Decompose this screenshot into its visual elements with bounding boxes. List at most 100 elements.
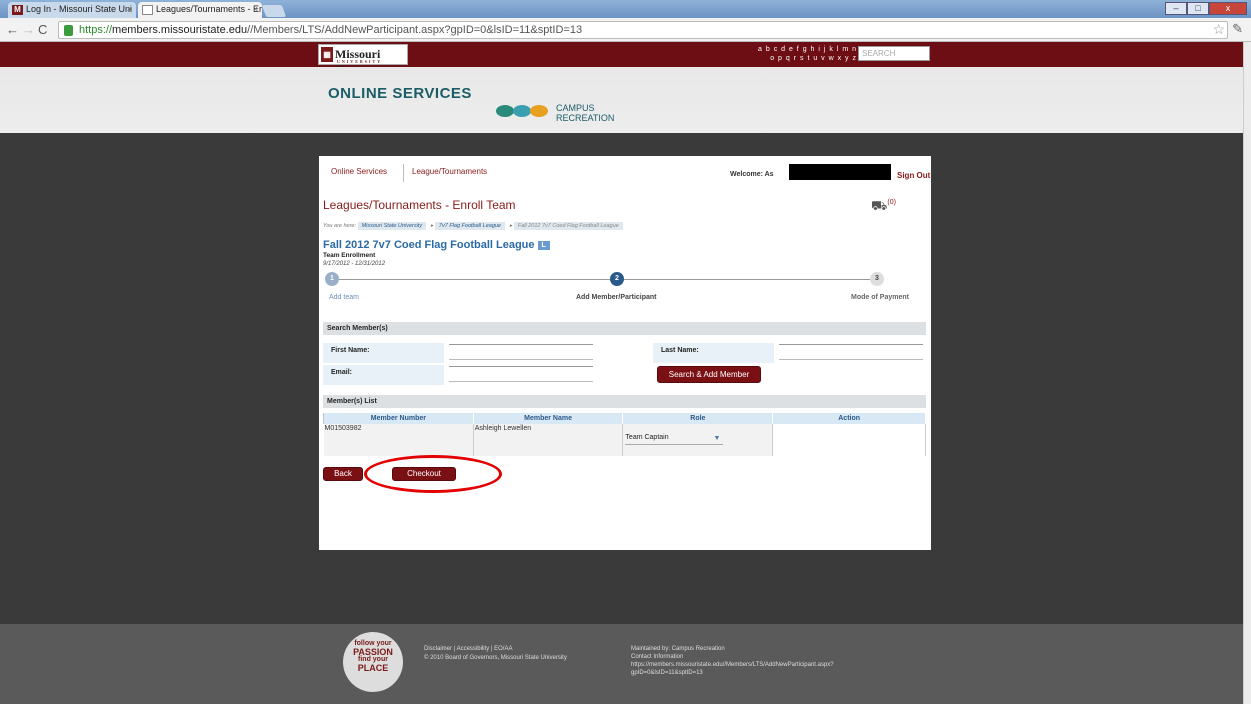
browser-tab-strip: M Log In - Missouri State Uni × Leagues/…	[0, 0, 1251, 18]
col-action: Action	[772, 413, 926, 424]
tab-login[interactable]: M Log In - Missouri State Uni ×	[8, 2, 136, 18]
step-1-dot: 1	[325, 272, 339, 286]
league-title-text: Fall 2012 7v7 Coed Flag Football League	[323, 239, 535, 251]
url-scheme: https://	[79, 24, 113, 36]
step-2-label: Add Member/Participant	[576, 294, 657, 301]
team-enrollment-label: Team Enrollment	[323, 252, 376, 259]
close-tab-icon[interactable]: ×	[127, 4, 132, 14]
nav-online-services[interactable]: Online Services	[331, 167, 387, 176]
table-row: M01503982 Ashleigh Lewellen Team Captain…	[323, 424, 926, 456]
back-button[interactable]: Back	[323, 467, 363, 481]
logo-shape-icon	[496, 105, 514, 117]
page-favicon-icon	[142, 5, 153, 15]
wrench-icon[interactable]: ✎	[1232, 21, 1243, 37]
you-are-here-label: You are here:	[323, 223, 357, 229]
campus-recreation-logo[interactable]: CAMPUS RECREATION	[496, 103, 656, 125]
footer-copyright: © 2010 Board of Governors, Missouri Stat…	[424, 655, 567, 661]
alphabet-row-1[interactable]: a b c d e f g h i j k l m n	[741, 45, 857, 54]
table-header-row: Member Number Member Name Role Action	[323, 413, 926, 424]
cart-link[interactable]: ⛟(0)	[871, 198, 896, 216]
breadcrumb-university[interactable]: Missouri State University	[357, 222, 427, 230]
member-number-cell: M01503982	[323, 424, 474, 456]
hero-banner: ONLINE SERVICES CAMPUS RECREATION	[0, 67, 1243, 133]
first-name-input[interactable]	[449, 344, 593, 360]
col-member-name: Member Name	[472, 413, 624, 424]
footer-page-url: https://members.missouristate.edu//Membe…	[631, 662, 834, 676]
league-title: Fall 2012 7v7 Coed Flag Football League …	[323, 239, 550, 251]
msu-header-bar: ▦ Missouri State. UNIVERSITY a b c d e f…	[0, 42, 1243, 76]
breadcrumb-arrow-icon: ▸	[430, 223, 434, 229]
checkout-button[interactable]: Checkout	[392, 467, 456, 481]
cart-count: (0)	[887, 199, 896, 206]
lock-icon	[64, 25, 73, 36]
breadcrumb-arrow-icon: ▸	[509, 223, 513, 229]
online-services-title[interactable]: ONLINE SERVICES	[328, 85, 472, 102]
redacted-user-info	[789, 164, 891, 180]
breadcrumb-league[interactable]: 7v7 Flag Football League	[434, 222, 505, 230]
minimize-button[interactable]: –	[1165, 2, 1187, 15]
email-label: Email:	[323, 365, 444, 385]
col-member-number: Member Number	[323, 413, 474, 424]
passion-place-badge[interactable]: follow your PASSION find your PLACE	[343, 632, 403, 692]
tab-label: Log In - Missouri State Uni	[26, 4, 133, 14]
last-name-label: Last Name:	[653, 343, 774, 363]
forward-arrow-icon[interactable]: →	[22, 22, 35, 37]
a-z-index[interactable]: a b c d e f g h i j k l m n o p q r s t …	[741, 45, 857, 63]
new-tab-button[interactable]	[261, 5, 287, 17]
enrollment-progress: 1 2 3 Add team Add Member/Participant Mo…	[319, 272, 931, 306]
alphabet-row-2[interactable]: o p q r s t u v w x y z	[741, 54, 857, 63]
sign-out-link[interactable]: Sign Out	[897, 171, 930, 180]
maintained-by: Maintained by: Campus Recreation	[631, 646, 725, 652]
step-1-label: Add team	[329, 294, 359, 301]
site-search-input[interactable]: SEARCH	[858, 46, 930, 61]
url-domain: members.missouristate.edu	[112, 24, 248, 36]
welcome-text: Welcome: As	[730, 171, 774, 178]
address-bar[interactable]: https://members.missouristate.edu//Membe…	[58, 21, 1228, 39]
page-footer: follow your PASSION find your PLACE Disc…	[0, 624, 1243, 704]
contact-info-link[interactable]: Contact Information	[631, 653, 871, 661]
last-name-input[interactable]	[779, 344, 923, 360]
member-name-cell: Ashleigh Lewellen	[473, 424, 624, 456]
members-list-heading: Member(s) List	[323, 395, 926, 408]
league-info-icon[interactable]: L	[537, 240, 550, 250]
role-cell: Team Captain ▼	[622, 424, 774, 456]
bookmark-star-icon[interactable]: ☆	[1212, 21, 1225, 38]
step-2-dot: 2	[610, 272, 624, 286]
maximize-button[interactable]: □	[1187, 2, 1209, 15]
footer-maintenance: Maintained by: Campus Recreation Contact…	[631, 645, 871, 677]
badge-line-4: PLACE	[357, 663, 389, 673]
cart-icon: ⛟	[871, 198, 888, 213]
tab-leagues[interactable]: Leagues/Tournaments - Er ×	[138, 2, 262, 18]
campus-recreation-text: CAMPUS RECREATION	[556, 103, 614, 123]
msu-logo[interactable]: ▦ Missouri State. UNIVERSITY	[318, 44, 408, 76]
first-name-label: First Name:	[323, 343, 444, 363]
campus-text: CAMPUS	[556, 103, 595, 113]
action-cell	[772, 424, 926, 456]
footer-link-row[interactable]: Disclaimer | Accessibility | EO/AA	[424, 645, 567, 654]
recreation-text: RECREATION	[556, 113, 615, 123]
badge-line-2: PASSION	[353, 647, 393, 657]
window-controls: – □ x	[1165, 2, 1247, 15]
msu-logo-sub: UNIVERSITY	[337, 59, 383, 64]
close-window-button[interactable]: x	[1209, 2, 1247, 15]
top-nav: Online Services League/Tournaments Welco…	[319, 164, 931, 184]
progress-line	[333, 279, 877, 280]
role-value: Team Captain	[625, 434, 669, 441]
reload-icon[interactable]: C	[38, 22, 47, 37]
email-input[interactable]	[449, 366, 593, 382]
nav-league-tournaments[interactable]: League/Tournaments	[412, 167, 487, 176]
league-date-range: 9/17/2012 - 12/31/2012	[323, 261, 386, 267]
breadcrumb: You are here: Missouri State University …	[323, 222, 713, 234]
search-members-heading: Search Member(s)	[323, 322, 926, 335]
logo-shape-icon	[530, 105, 548, 117]
role-select[interactable]: Team Captain ▼	[625, 434, 724, 445]
breadcrumb-current: Fall 2012 7v7 Coed Flag Football League	[513, 222, 623, 230]
back-arrow-icon[interactable]: ←	[6, 22, 19, 37]
step-3-label: Mode of Payment	[851, 294, 909, 301]
page-scrollbar[interactable]	[1243, 42, 1251, 704]
main-content-panel: Online Services League/Tournaments Welco…	[319, 156, 931, 550]
logo-shape-icon	[513, 105, 531, 117]
search-add-member-button[interactable]: Search & Add Member	[657, 366, 761, 383]
close-tab-icon[interactable]: ×	[253, 4, 258, 14]
col-role: Role	[622, 413, 774, 424]
